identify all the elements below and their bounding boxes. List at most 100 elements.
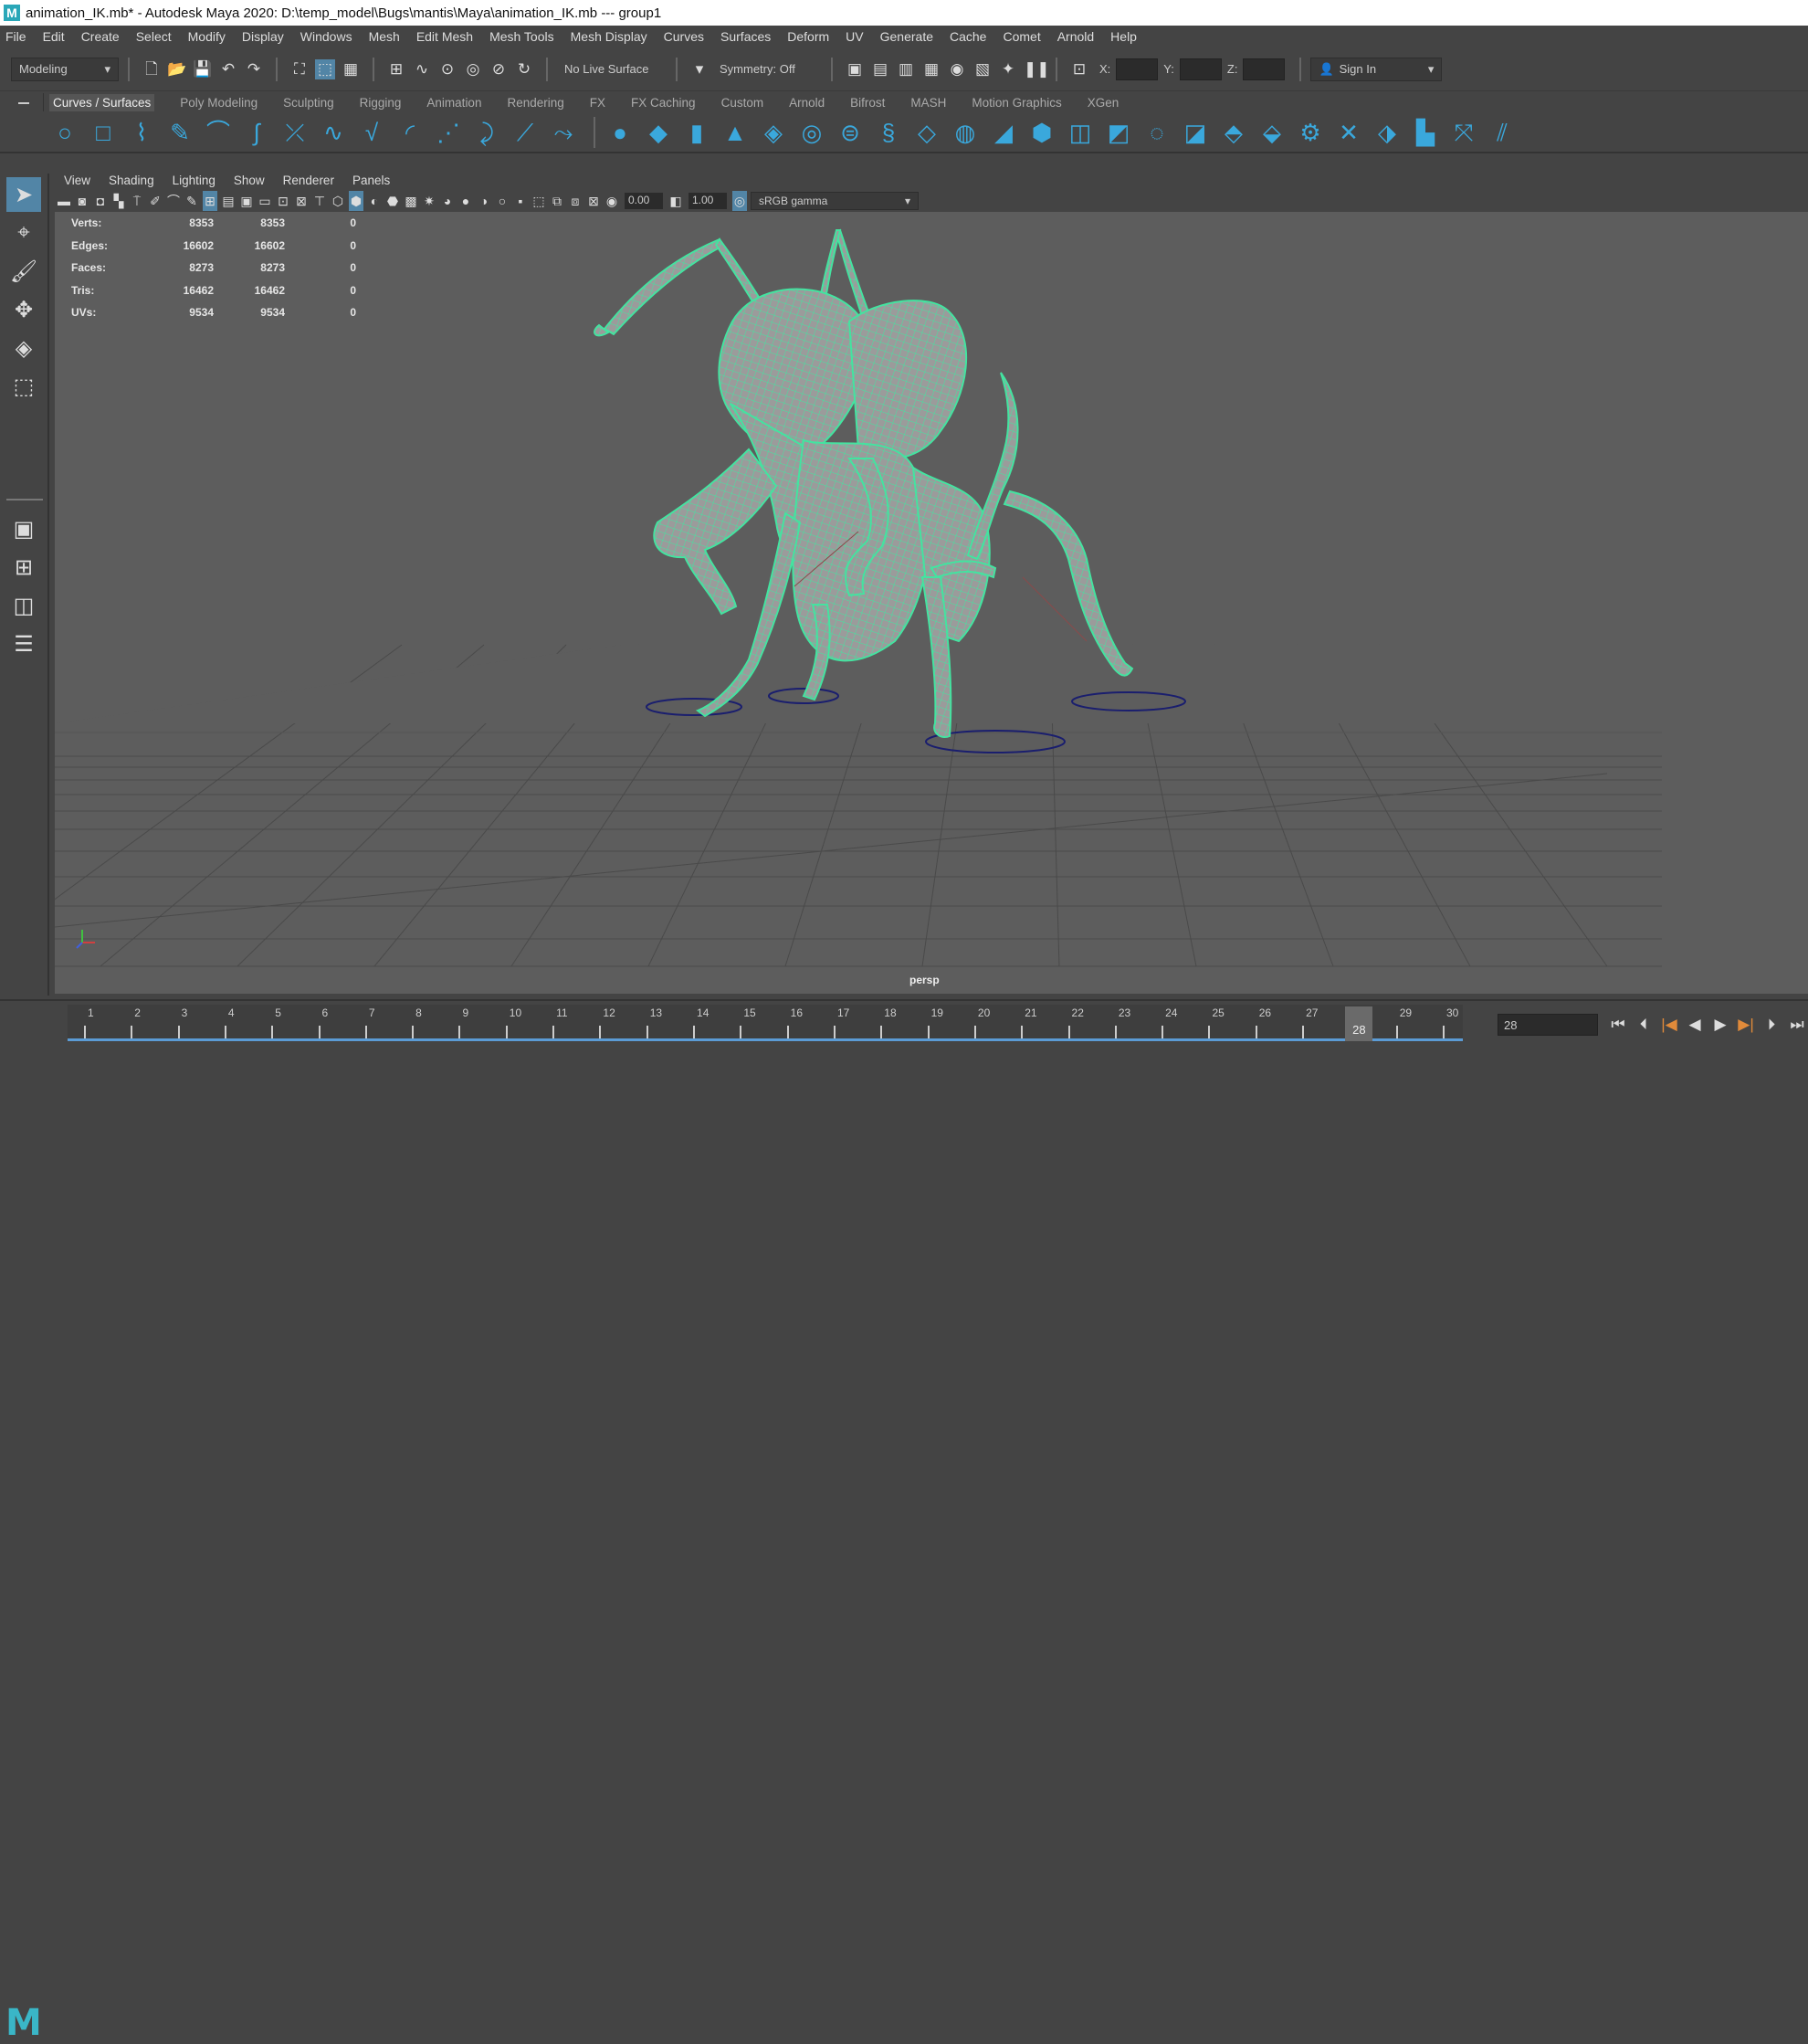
current-frame-marker[interactable]: 28 bbox=[1345, 1006, 1373, 1041]
nurbs-circle-icon[interactable]: ○ bbox=[51, 119, 79, 146]
menu-help[interactable]: Help bbox=[1110, 29, 1137, 44]
shadows-icon[interactable]: ◕ bbox=[440, 191, 455, 211]
nurbs-cylinder-icon[interactable]: ▮ bbox=[683, 119, 710, 146]
field-chart-icon[interactable]: ⊡ bbox=[276, 191, 290, 211]
smooth-shade-icon[interactable]: ⬢ bbox=[349, 191, 363, 211]
menu-mesh[interactable]: Mesh bbox=[369, 29, 400, 44]
tab-poly-modeling[interactable]: Poly Modeling bbox=[180, 96, 258, 110]
textured-icon[interactable]: ▩ bbox=[404, 191, 418, 211]
tab-rigging[interactable]: Rigging bbox=[360, 96, 402, 110]
image-plane-icon[interactable]: ▚ bbox=[111, 191, 126, 211]
lights-icon[interactable]: ✷ bbox=[422, 191, 436, 211]
insert-isoparms-icon[interactable]: ▙ bbox=[1412, 119, 1439, 146]
chevron-down-icon[interactable]: ▾ bbox=[689, 59, 710, 79]
wireframe-icon[interactable]: ⬡ bbox=[331, 191, 345, 211]
time-ruler[interactable]: 1 2 3 4 5 6 7 8 9 10 11 12 13 14 15 16 17 18 19 20 21 22 23 24 2… bbox=[68, 1005, 1463, 1041]
extend-surfaces-icon[interactable]: ⤧ bbox=[1450, 119, 1477, 146]
lasso-tool-icon[interactable]: ⌖ bbox=[6, 216, 41, 250]
tab-curves-surfaces[interactable]: Curves / Surfaces bbox=[49, 93, 155, 111]
nurbs-sphere-icon[interactable]: ● bbox=[606, 119, 634, 146]
fillet-curve-icon[interactable]: ◜ bbox=[396, 119, 424, 146]
tab-xgen[interactable]: XGen bbox=[1088, 96, 1119, 110]
exposure-field[interactable]: 0.00 bbox=[625, 193, 663, 209]
menu-curves[interactable]: Curves bbox=[664, 29, 704, 44]
gate-mask-icon[interactable]: ▭ bbox=[258, 191, 272, 211]
camera-select-icon[interactable]: ▬ bbox=[57, 191, 71, 211]
isolate-select-icon[interactable]: ⬚ bbox=[531, 191, 546, 211]
tab-fx-caching[interactable]: FX Caching bbox=[631, 96, 696, 110]
sign-in-dropdown[interactable]: 👤 Sign In ▾ bbox=[1310, 57, 1443, 81]
two-view-icon[interactable]: ◫ bbox=[6, 588, 41, 623]
select-component-icon[interactable]: ▦ bbox=[341, 59, 361, 79]
reverse-curve-icon[interactable]: ⤳ bbox=[550, 119, 577, 146]
panel-menu-show[interactable]: Show bbox=[234, 174, 265, 187]
menu-modify[interactable]: Modify bbox=[188, 29, 226, 44]
y-field[interactable] bbox=[1179, 58, 1222, 80]
safe-title-icon[interactable]: ⊤ bbox=[312, 191, 327, 211]
menu-generate[interactable]: Generate bbox=[880, 29, 933, 44]
tab-animation[interactable]: Animation bbox=[426, 96, 481, 110]
symmetry-dropdown[interactable]: Symmetry: Off bbox=[712, 57, 822, 81]
planar-icon[interactable]: ◇ bbox=[913, 119, 941, 146]
render-setup-icon[interactable]: ▧ bbox=[972, 59, 993, 79]
safe-action-icon[interactable]: ⊠ bbox=[294, 191, 309, 211]
square-surface-icon[interactable]: ◫ bbox=[1067, 119, 1094, 146]
gamma-field[interactable]: 1.00 bbox=[689, 193, 727, 209]
pin-icon[interactable]: ⍑ bbox=[130, 191, 144, 211]
rotate-tool-icon[interactable]: ◈ bbox=[6, 331, 41, 365]
render-settings-icon[interactable]: ▦ bbox=[921, 59, 941, 79]
ipr-render-icon[interactable]: ▥ bbox=[896, 59, 916, 79]
play-backward-icon[interactable]: ◀ bbox=[1682, 1012, 1708, 1038]
x-field[interactable] bbox=[1116, 58, 1159, 80]
go-to-start-icon[interactable]: ⏮ bbox=[1605, 1012, 1631, 1038]
grid-icon[interactable]: ⊞ bbox=[203, 191, 217, 211]
anti-aliasing-icon[interactable]: ○ bbox=[495, 191, 510, 211]
birail-icon[interactable]: ◢ bbox=[990, 119, 1017, 146]
curve-tool-icon[interactable]: ⟋ bbox=[511, 119, 539, 146]
xray-joints-icon[interactable]: ⧈ bbox=[568, 191, 583, 211]
menu-windows[interactable]: Windows bbox=[300, 29, 352, 44]
bookmark-icon[interactable]: ◘ bbox=[93, 191, 108, 211]
nurbs-plane-icon[interactable]: ◈ bbox=[760, 119, 787, 146]
camera-attr-icon[interactable]: ◙ bbox=[75, 191, 89, 211]
viewport-persp[interactable]: Verts: 8353 8353 0 Edges: 16602 16602 0 … bbox=[55, 212, 1808, 994]
nurbs-torus-icon[interactable]: ◎ bbox=[798, 119, 825, 146]
menu-arnold[interactable]: Arnold bbox=[1057, 29, 1094, 44]
paint-select-icon[interactable]: 🖌 bbox=[6, 254, 41, 289]
ep-curve-icon[interactable]: ⌇ bbox=[128, 119, 155, 146]
select-hierarchy-icon[interactable]: ⛶ bbox=[289, 59, 310, 79]
offset-curve-icon[interactable]: ⤸ bbox=[473, 119, 500, 146]
menu-select[interactable]: Select bbox=[136, 29, 172, 44]
detach-surfaces-icon[interactable]: ✕ bbox=[1335, 119, 1362, 146]
cv-curve-icon[interactable]: ⌒ bbox=[205, 119, 232, 146]
pencil-icon[interactable]: ✎ bbox=[184, 191, 199, 211]
current-frame-field[interactable]: 28 bbox=[1498, 1014, 1598, 1036]
hypershade-icon[interactable]: ◉ bbox=[947, 59, 967, 79]
snap-surface-icon[interactable]: ⊘ bbox=[489, 59, 509, 79]
rebuild-surfaces-icon[interactable]: ⫽ bbox=[1488, 119, 1516, 146]
open-close-surfaces-icon[interactable]: ⬗ bbox=[1373, 119, 1401, 146]
go-to-end-icon[interactable]: ⏭ bbox=[1784, 1012, 1808, 1038]
select-tool-icon[interactable]: ➤ bbox=[6, 177, 41, 212]
redo-icon[interactable]: ↷ bbox=[244, 59, 264, 79]
panel-menu-renderer[interactable]: Renderer bbox=[283, 174, 334, 187]
curve-intersect-icon[interactable]: ⤫ bbox=[281, 119, 309, 146]
menu-edit-mesh[interactable]: Edit Mesh bbox=[416, 29, 473, 44]
menu-deform[interactable]: Deform bbox=[787, 29, 829, 44]
menuset-dropdown[interactable]: Modeling ▾ bbox=[11, 57, 119, 81]
tab-mash[interactable]: MASH bbox=[910, 96, 946, 110]
revolve-icon[interactable]: ⊜ bbox=[836, 119, 864, 146]
nurbs-cone-icon[interactable]: ▲ bbox=[721, 119, 749, 146]
rebuild-curve-icon[interactable]: ⋰ bbox=[435, 119, 462, 146]
menu-edit[interactable]: Edit bbox=[43, 29, 65, 44]
tab-arnold[interactable]: Arnold bbox=[789, 96, 825, 110]
shelf-menu-icon[interactable] bbox=[18, 102, 29, 104]
film-gate-icon[interactable]: ▤ bbox=[221, 191, 236, 211]
menu-display[interactable]: Display bbox=[242, 29, 284, 44]
xray-active-icon[interactable]: ⊠ bbox=[586, 191, 601, 211]
xray-icon[interactable]: ⧉ bbox=[550, 191, 564, 211]
menu-create[interactable]: Create bbox=[81, 29, 120, 44]
render-current-icon[interactable]: ▤ bbox=[870, 59, 890, 79]
panel-menu-panels[interactable]: Panels bbox=[352, 174, 390, 187]
snap-curve-icon[interactable]: ∿ bbox=[412, 59, 432, 79]
